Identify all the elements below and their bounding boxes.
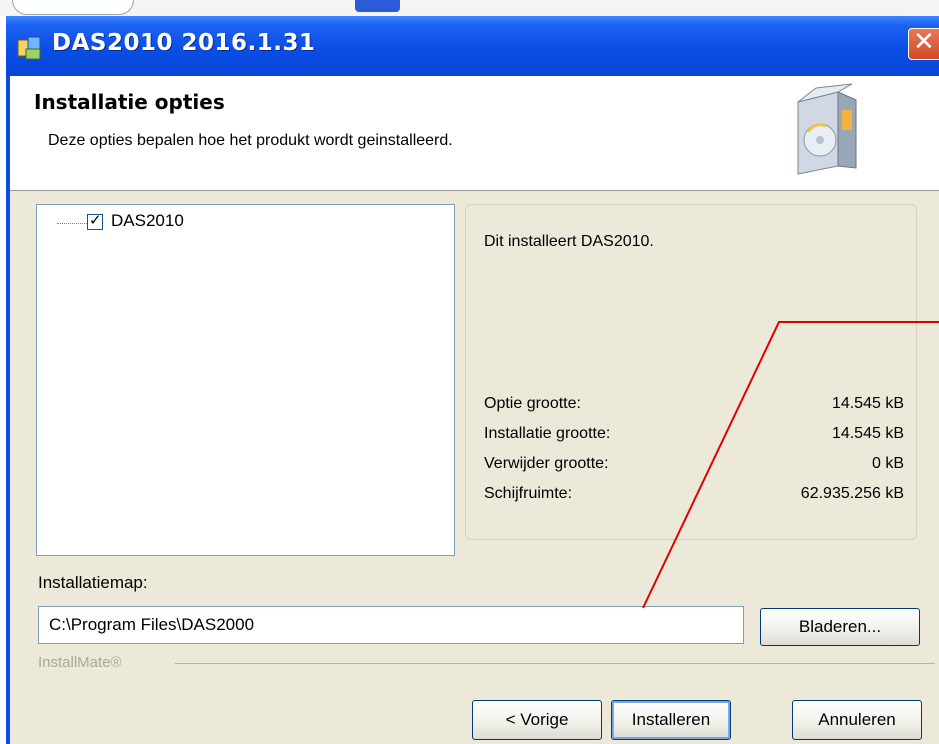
info-label: Verwijder grootte: (484, 455, 609, 472)
feature-tree[interactable]: ✓ DAS2010 (36, 204, 455, 556)
feature-description: Dit installeert DAS2010. (484, 233, 654, 250)
page-title: Installatie opties (34, 90, 225, 114)
desktop-window-edge (12, 0, 134, 15)
install-dir-label: Installatiemap: (38, 573, 148, 592)
previous-button[interactable]: < Vorige (472, 700, 602, 740)
info-value: 0 kB (871, 455, 904, 472)
page-subtitle: Deze opties bepalen hoe het produkt word… (48, 132, 453, 149)
feature-label[interactable]: DAS2010 (111, 211, 184, 231)
info-value: 14.545 kB (831, 395, 904, 412)
installer-window: DAS2010 2016.1.31 ✕ Installatie opties D… (6, 16, 939, 744)
cancel-button[interactable]: Annuleren (792, 700, 922, 740)
install-button[interactable]: Installeren (611, 700, 731, 740)
info-label: Optie grootte: (484, 395, 581, 412)
footer-divider (175, 663, 935, 664)
close-icon: ✕ (913, 27, 935, 57)
software-box-icon (797, 83, 857, 175)
close-button[interactable]: ✕ (908, 27, 939, 60)
feature-info-panel: Dit installeert DAS2010. Optie grootte: … (465, 204, 917, 540)
installmate-brand: InstallMate® (38, 654, 122, 671)
title-bar[interactable]: DAS2010 2016.1.31 ✕ (6, 16, 939, 76)
info-label: Installatie grootte: (484, 425, 611, 442)
desktop-window-edge-blue (355, 0, 400, 12)
checkmark-icon: ✓ (89, 211, 102, 229)
info-row-disk-space: Schijfruimte: 62.935.256 kB (484, 485, 904, 509)
info-row-option-size: Optie grootte: 14.545 kB (484, 395, 904, 419)
desktop-background (0, 0, 939, 16)
install-dir-input[interactable] (38, 606, 744, 644)
info-row-remove-size: Verwijder grootte: 0 kB (484, 455, 904, 479)
info-label: Schijfruimte: (484, 485, 573, 502)
installer-app-icon (17, 36, 41, 60)
tree-connector-line (57, 223, 87, 224)
dialog-header: Installatie opties Deze opties bepalen h… (10, 76, 939, 191)
dialog-client-area: Installatie opties Deze opties bepalen h… (10, 76, 939, 744)
feature-checkbox-das2010[interactable]: ✓ (87, 211, 103, 230)
info-value: 14.545 kB (831, 425, 904, 442)
info-row-install-size: Installatie grootte: 14.545 kB (484, 425, 904, 449)
info-value: 62.935.256 kB (800, 485, 904, 502)
browse-button[interactable]: Bladeren... (760, 608, 920, 646)
window-title: DAS2010 2016.1.31 (52, 30, 316, 56)
